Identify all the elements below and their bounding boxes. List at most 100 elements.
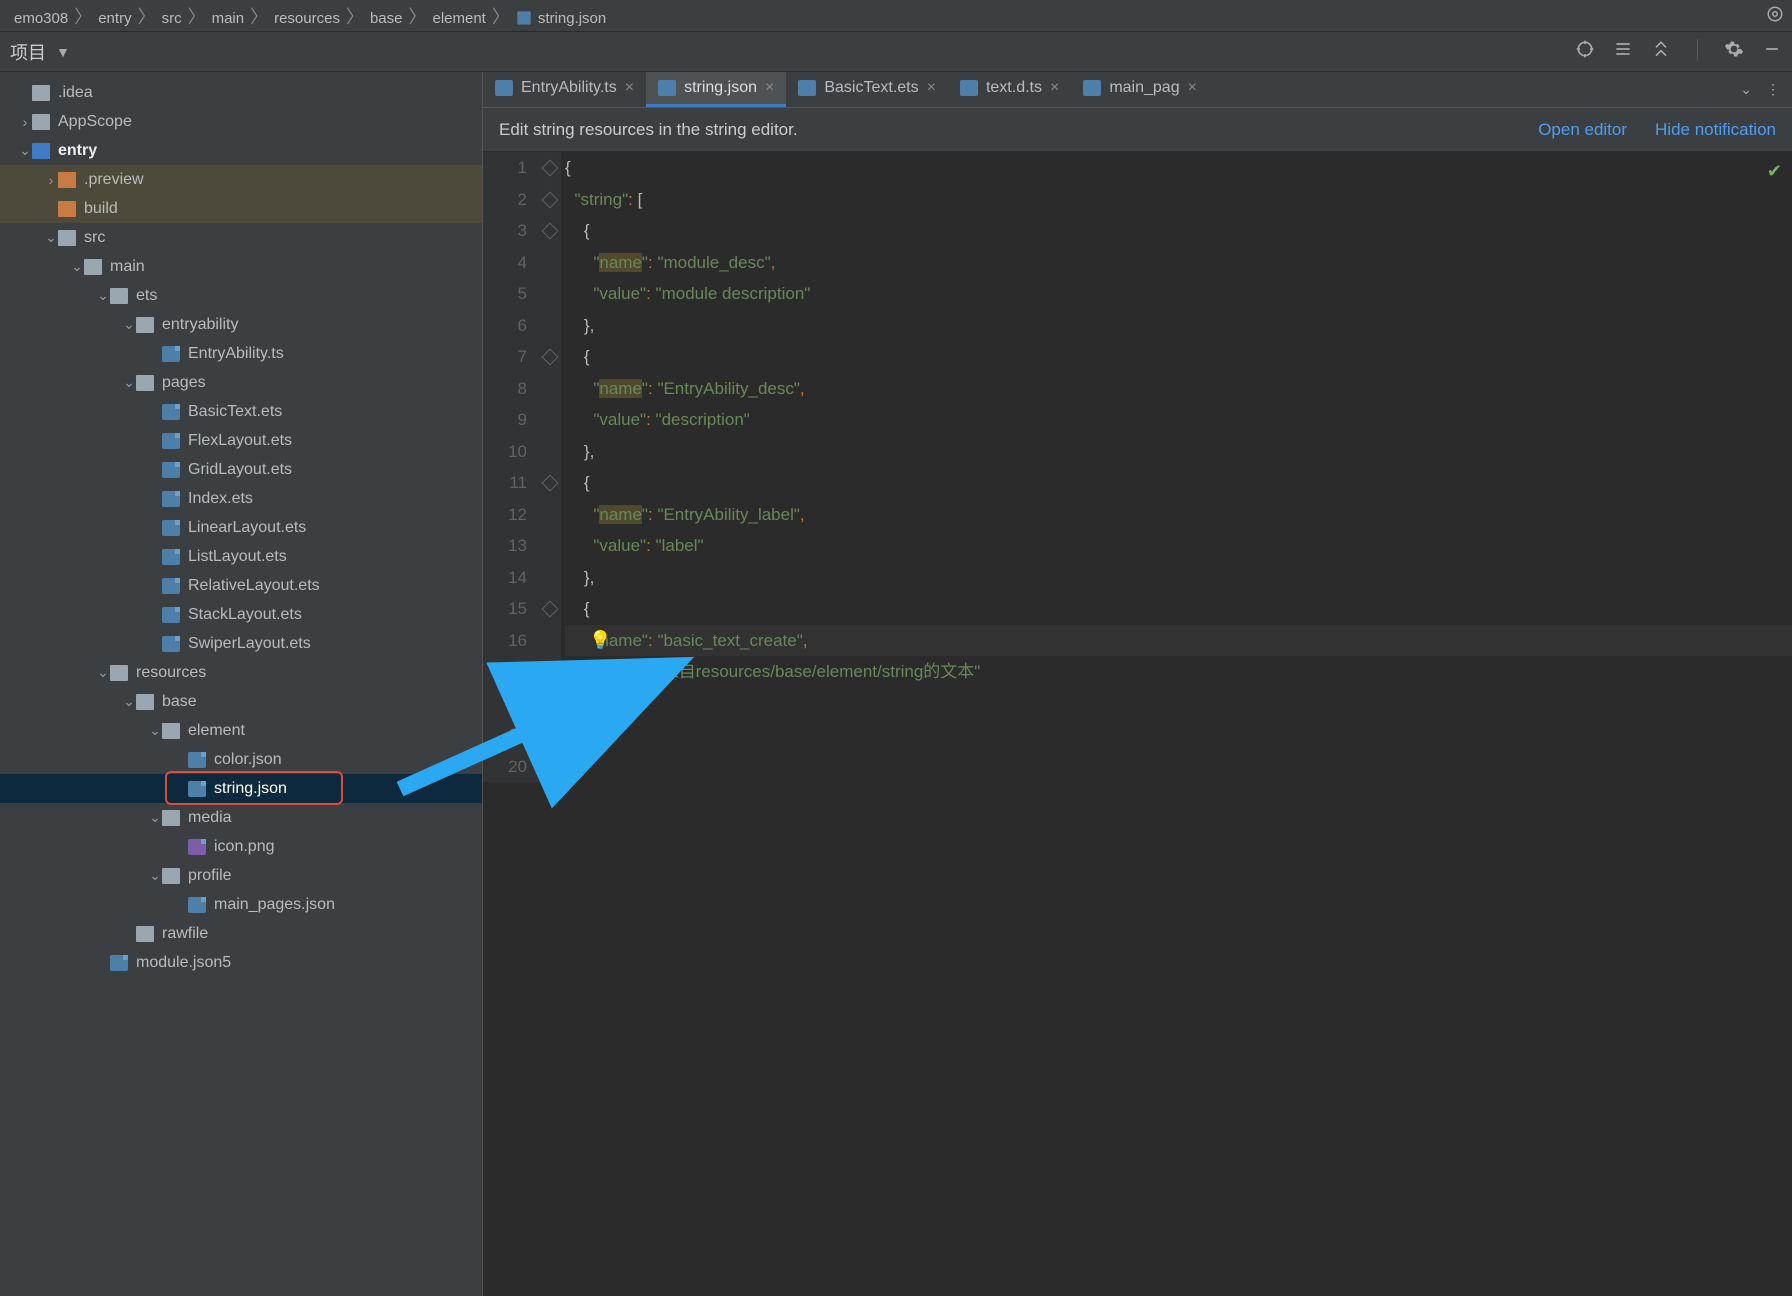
target-icon[interactable] <box>1575 39 1595 64</box>
tree-row[interactable]: ›AppScope <box>0 107 482 136</box>
code-line[interactable]: "value": "来自resources/base/element/strin… <box>565 656 1792 688</box>
tree-row[interactable]: EntryAbility.ts <box>0 339 482 368</box>
code-line[interactable]: { <box>565 152 1792 184</box>
tree-row[interactable]: ⌄media <box>0 803 482 832</box>
code-line[interactable]: }, <box>565 310 1792 342</box>
fold-toggle-icon[interactable] <box>542 223 559 240</box>
hide-notification-link[interactable]: Hide notification <box>1655 120 1776 140</box>
fold-toggle-icon[interactable] <box>542 349 559 366</box>
code-editor[interactable]: 1234567891011121314151617181920 { "strin… <box>483 152 1792 782</box>
chevron-down-icon[interactable]: ▼ <box>50 44 70 60</box>
tabs-overflow-chevron-icon[interactable]: ⌄ <box>1740 81 1752 98</box>
tree-row[interactable]: .idea <box>0 78 482 107</box>
tree-row[interactable]: rawfile <box>0 919 482 948</box>
fold-column[interactable] <box>541 152 561 782</box>
close-icon[interactable]: × <box>1050 79 1059 97</box>
tree-row[interactable]: ⌄pages <box>0 368 482 397</box>
breadcrumb-item[interactable]: string.json <box>510 10 612 27</box>
minimize-icon[interactable] <box>1762 39 1782 64</box>
code-line[interactable]: ] <box>565 719 1792 751</box>
tree-row[interactable]: LinearLayout.ets <box>0 513 482 542</box>
intention-bulb-icon[interactable]: 💡 <box>589 625 611 657</box>
code-line[interactable]: "name": "basic_text_create", <box>565 625 1792 657</box>
tree-row[interactable]: StackLayout.ets <box>0 600 482 629</box>
fold-toggle-icon[interactable] <box>542 191 559 208</box>
chevron-icon[interactable]: ⌄ <box>148 867 162 884</box>
tree-row[interactable]: SwiperLayout.ets <box>0 629 482 658</box>
chevron-icon[interactable]: ⌄ <box>70 258 84 275</box>
code-line[interactable]: { <box>565 467 1792 499</box>
breadcrumb-item[interactable]: emo308 <box>8 10 74 27</box>
code-line[interactable]: "string": [ <box>565 184 1792 216</box>
code-line[interactable]: { <box>565 341 1792 373</box>
editor-tab[interactable]: EntryAbility.ts× <box>483 72 646 107</box>
breadcrumb-item[interactable]: resources <box>268 10 346 27</box>
code-line[interactable]: }, <box>565 562 1792 594</box>
close-icon[interactable]: × <box>765 79 774 97</box>
code-line[interactable]: "value": "module description" <box>565 278 1792 310</box>
tree-row[interactable]: color.json <box>0 745 482 774</box>
chevron-icon[interactable]: ⌄ <box>148 809 162 826</box>
fold-toggle-icon[interactable] <box>542 601 559 618</box>
code-line[interactable]: { <box>565 215 1792 247</box>
chevron-icon[interactable]: ⌄ <box>96 664 110 681</box>
tabs-more-icon[interactable]: ⋮ <box>1766 81 1780 98</box>
open-editor-link[interactable]: Open editor <box>1538 120 1627 140</box>
code-line[interactable]: "value": "description" <box>565 404 1792 436</box>
tree-row[interactable]: ⌄base <box>0 687 482 716</box>
tree-row[interactable]: GridLayout.ets <box>0 455 482 484</box>
collapse-all-icon[interactable] <box>1651 39 1671 64</box>
fold-toggle-icon[interactable] <box>542 160 559 177</box>
code-line[interactable]: { <box>565 593 1792 625</box>
breadcrumb-item[interactable]: main <box>206 10 251 27</box>
tree-row[interactable]: ›.preview <box>0 165 482 194</box>
gear-icon[interactable] <box>1724 39 1744 64</box>
tree-row[interactable]: ListLayout.ets <box>0 542 482 571</box>
close-icon[interactable]: × <box>625 79 634 97</box>
fold-toggle-icon[interactable] <box>542 475 559 492</box>
tree-row[interactable]: module.json5 <box>0 948 482 977</box>
chevron-icon[interactable]: › <box>44 172 58 188</box>
breadcrumb-item[interactable]: entry <box>92 10 137 27</box>
chevron-icon[interactable]: ⌄ <box>96 287 110 304</box>
tree-row[interactable]: BasicText.ets <box>0 397 482 426</box>
chevron-icon[interactable]: ⌄ <box>44 229 58 246</box>
tree-row[interactable]: ⌄main <box>0 252 482 281</box>
close-icon[interactable]: × <box>1188 79 1197 97</box>
chevron-icon[interactable]: ⌄ <box>18 142 32 159</box>
tree-row[interactable]: ⌄resources <box>0 658 482 687</box>
tree-row[interactable]: main_pages.json <box>0 890 482 919</box>
breadcrumb-gear-icon[interactable] <box>1766 5 1784 27</box>
code-line[interactable]: } <box>565 751 1792 783</box>
breadcrumb-item[interactable]: base <box>364 10 409 27</box>
editor-tab[interactable]: BasicText.ets× <box>786 72 948 107</box>
breadcrumb-item[interactable]: src <box>156 10 188 27</box>
tree-row[interactable]: ⌄entryability <box>0 310 482 339</box>
editor-tab[interactable]: text.d.ts× <box>948 72 1071 107</box>
tree-row[interactable]: ⌄element <box>0 716 482 745</box>
chevron-icon[interactable]: ⌄ <box>122 316 136 333</box>
code-line[interactable]: } <box>565 688 1792 720</box>
tree-row[interactable]: ⌄entry <box>0 136 482 165</box>
tree-row[interactable]: RelativeLayout.ets <box>0 571 482 600</box>
chevron-icon[interactable]: ⌄ <box>122 374 136 391</box>
tree-row[interactable]: string.json <box>0 774 482 803</box>
code-line[interactable]: "value": "label" <box>565 530 1792 562</box>
tree-row[interactable]: build <box>0 194 482 223</box>
chevron-icon[interactable]: ⌄ <box>148 722 162 739</box>
tree-row[interactable]: ⌄profile <box>0 861 482 890</box>
tree-row[interactable]: ⌄src <box>0 223 482 252</box>
tree-row[interactable]: icon.png <box>0 832 482 861</box>
close-icon[interactable]: × <box>927 79 936 97</box>
breadcrumb-item[interactable]: element <box>426 10 491 27</box>
project-tree[interactable]: .idea›AppScope⌄entry›.previewbuild⌄src⌄m… <box>0 72 483 1296</box>
editor-tab[interactable]: string.json× <box>646 72 786 107</box>
chevron-icon[interactable]: › <box>18 114 32 130</box>
project-pane-title[interactable]: 项目 <box>10 39 50 65</box>
chevron-icon[interactable]: ⌄ <box>122 693 136 710</box>
code-line[interactable]: "name": "EntryAbility_label", <box>565 499 1792 531</box>
code-line[interactable]: "name": "EntryAbility_desc", <box>565 373 1792 405</box>
code-line[interactable]: }, <box>565 436 1792 468</box>
tree-row[interactable]: ⌄ets <box>0 281 482 310</box>
code-line[interactable]: "name": "module_desc", <box>565 247 1792 279</box>
